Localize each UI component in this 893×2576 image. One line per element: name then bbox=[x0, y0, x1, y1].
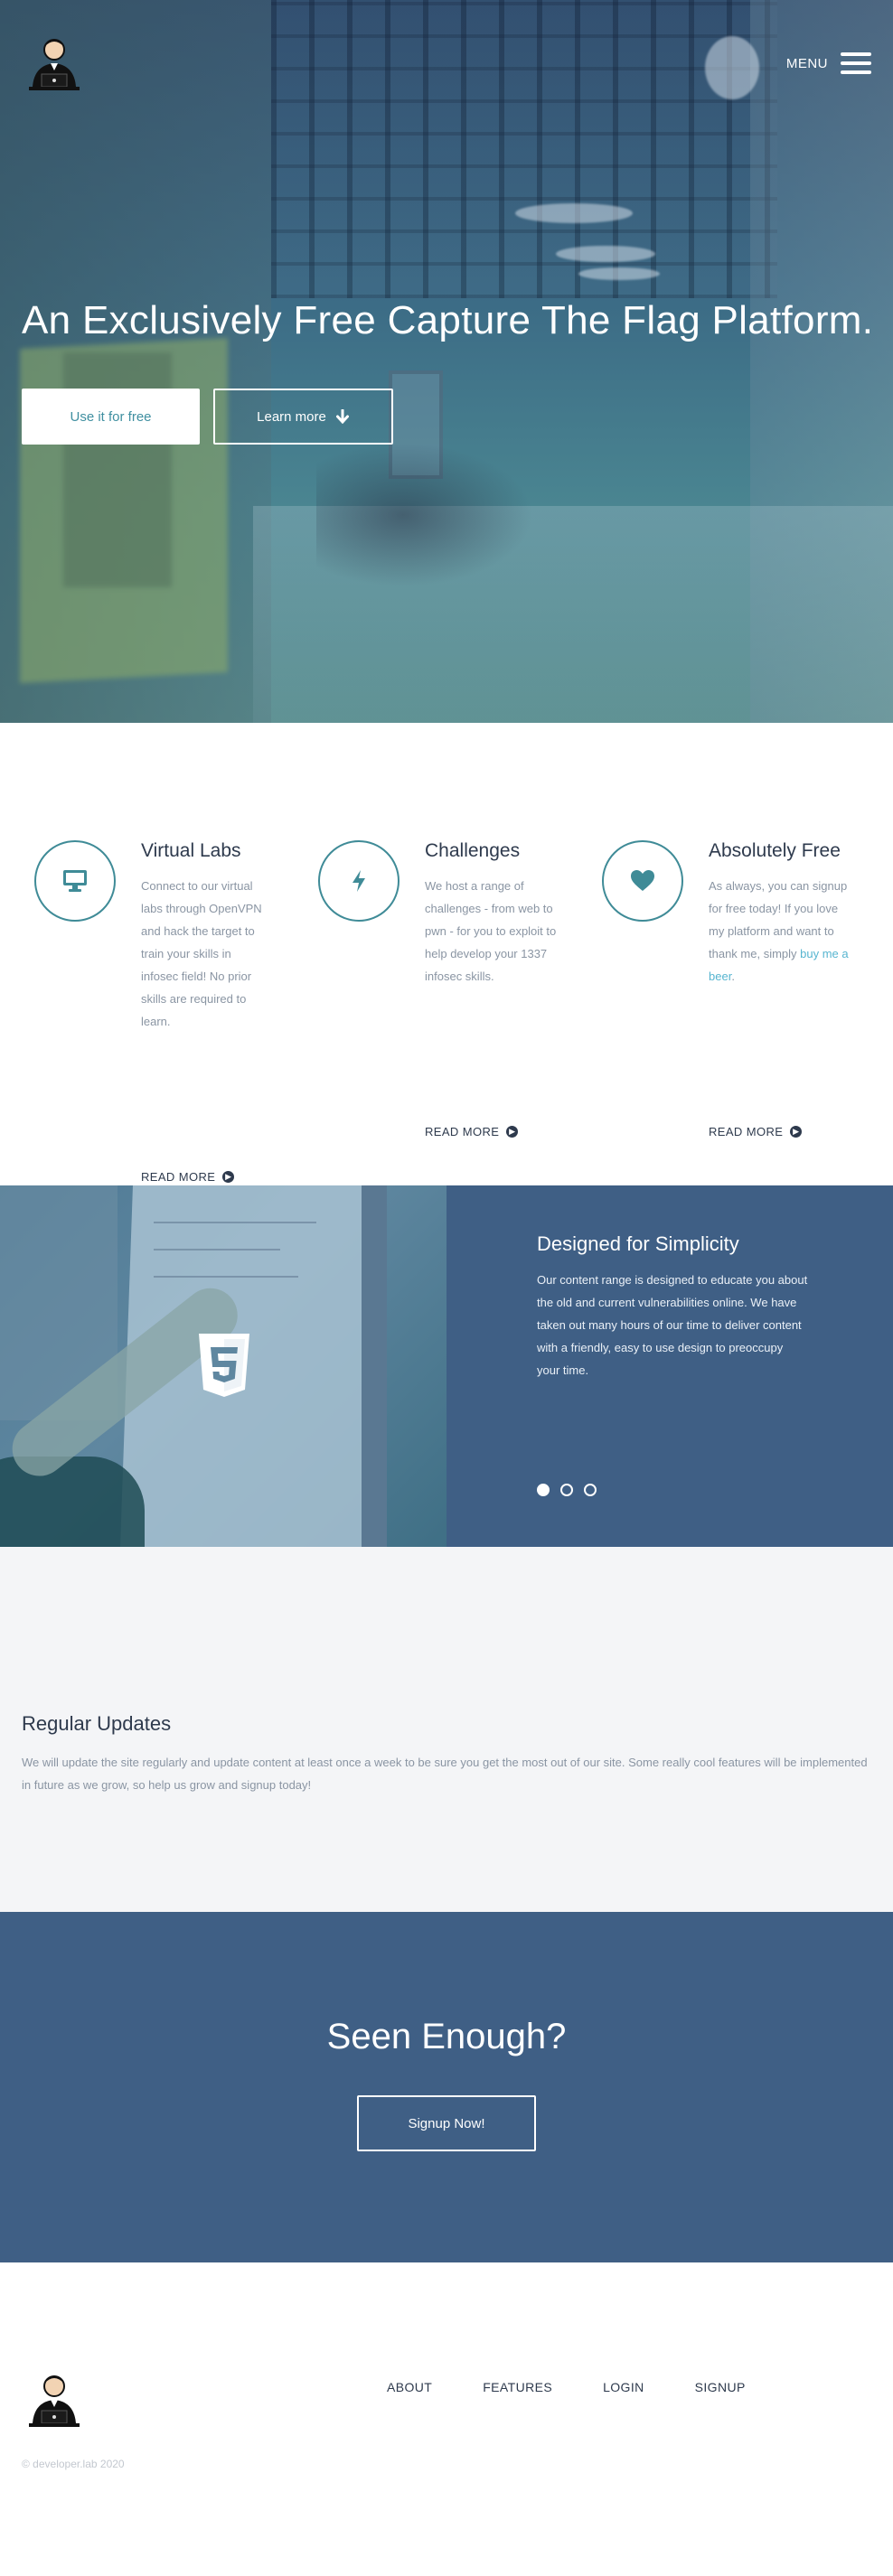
carousel-dots bbox=[537, 1484, 597, 1496]
feature-title: Challenges bbox=[425, 840, 521, 861]
whiteboard-photo bbox=[0, 1185, 446, 1547]
hacker-avatar-icon[interactable] bbox=[27, 2371, 81, 2434]
feature-text: Connect to our virtual labs through Open… bbox=[141, 879, 262, 1028]
hero-background-poster bbox=[63, 352, 172, 587]
menu-label[interactable]: MENU bbox=[786, 56, 828, 71]
updates-section: Regular Updates We will update the site … bbox=[0, 1547, 893, 1912]
arrow-down-icon bbox=[335, 409, 349, 424]
hamburger-icon[interactable] bbox=[841, 52, 871, 74]
carousel-dot[interactable] bbox=[537, 1484, 550, 1496]
cta-section: Seen Enough? Signup Now! bbox=[0, 1912, 893, 2262]
simplicity-section: Designed for Simplicity Our content rang… bbox=[0, 1185, 893, 1547]
use-it-free-button[interactable]: Use it for free bbox=[22, 389, 200, 445]
read-more-label: READ MORE bbox=[141, 1170, 216, 1184]
learn-more-label: Learn more bbox=[257, 408, 326, 425]
carousel-dot[interactable] bbox=[560, 1484, 573, 1496]
heart-icon bbox=[631, 870, 654, 891]
hero-background-lamp bbox=[515, 203, 633, 223]
read-more-label: READ MORE bbox=[425, 1125, 500, 1138]
hero-title: An Exclusively Free Capture The Flag Pla… bbox=[22, 298, 874, 342]
footer-nav-login[interactable]: LOGIN bbox=[603, 2380, 644, 2394]
hero-section: MENU An Exclusively Free Capture The Fla… bbox=[0, 0, 893, 723]
hero-background-people bbox=[316, 443, 533, 587]
feature-text-after-link: . bbox=[731, 970, 735, 983]
hero-background-lamp bbox=[705, 36, 759, 99]
menu-toggle[interactable]: MENU bbox=[786, 52, 871, 74]
hacker-avatar-icon[interactable] bbox=[27, 34, 81, 98]
carousel-dot[interactable] bbox=[584, 1484, 597, 1496]
arrow-right-circle-icon: ▶ bbox=[790, 1126, 803, 1138]
feature-text: As always, you can signup for free today… bbox=[709, 875, 853, 988]
hero-background-ceiling bbox=[271, 0, 777, 298]
hero-background-lamp bbox=[556, 246, 655, 262]
feature-icon-circle bbox=[602, 840, 683, 922]
read-more-link[interactable]: READ MORE ▶ bbox=[141, 1170, 235, 1184]
read-more-link[interactable]: READ MORE ▶ bbox=[425, 1125, 519, 1138]
html5-icon bbox=[199, 1334, 249, 1397]
footer: ABOUT FEATURES LOGIN SIGNUP © developer.… bbox=[0, 2262, 893, 2576]
learn-more-button[interactable]: Learn more bbox=[213, 389, 393, 445]
features-section: Virtual Labs Connect to our virtual labs… bbox=[0, 723, 893, 1185]
read-more-label: READ MORE bbox=[709, 1125, 784, 1138]
feature-icon-circle bbox=[34, 840, 116, 922]
updates-text: We will update the site regularly and up… bbox=[22, 1756, 868, 1792]
hero-background-lamp bbox=[578, 267, 660, 280]
footer-nav: ABOUT FEATURES LOGIN SIGNUP bbox=[387, 2380, 796, 2394]
feature-text: We host a range of challenges - from web… bbox=[425, 879, 557, 983]
simplicity-text: Our content range is designed to educate… bbox=[537, 1273, 808, 1377]
footer-nav-signup[interactable]: SIGNUP bbox=[695, 2380, 746, 2394]
read-more-link[interactable]: READ MORE ▶ bbox=[709, 1125, 803, 1138]
feature-title: Virtual Labs bbox=[141, 840, 241, 861]
arrow-right-circle-icon: ▶ bbox=[506, 1126, 519, 1138]
arrow-right-circle-icon: ▶ bbox=[222, 1171, 235, 1183]
feature-icon-circle bbox=[318, 840, 400, 922]
cta-title: Seen Enough? bbox=[326, 2017, 567, 2056]
feature-title: Absolutely Free bbox=[709, 840, 841, 861]
footer-nav-features[interactable]: FEATURES bbox=[483, 2380, 552, 2394]
signup-now-button[interactable]: Signup Now! bbox=[357, 2095, 536, 2151]
monitor-icon bbox=[63, 870, 87, 892]
footer-nav-about[interactable]: ABOUT bbox=[387, 2380, 432, 2394]
lightning-icon bbox=[352, 870, 365, 892]
updates-title: Regular Updates bbox=[22, 1712, 172, 1735]
simplicity-title: Designed for Simplicity bbox=[537, 1232, 739, 1255]
copyright-text: © developer.lab 2020 bbox=[22, 2458, 125, 2470]
